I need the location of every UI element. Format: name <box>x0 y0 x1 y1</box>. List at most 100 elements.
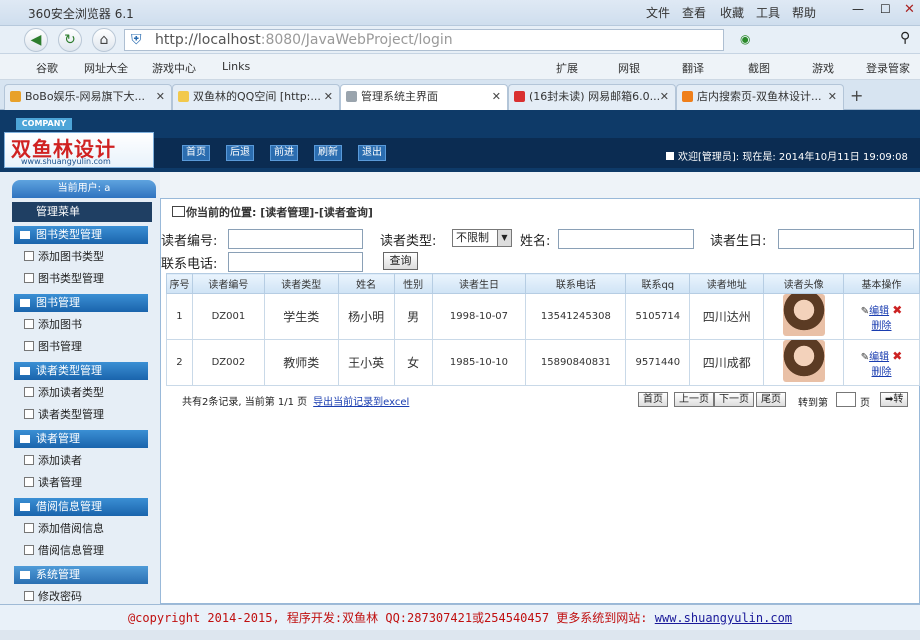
tab-netease-mail[interactable]: (16封未读) 网易邮箱6.0... ✕ <box>508 84 676 110</box>
menu-reader-type-manage[interactable]: 读者类型管理 <box>22 406 104 422</box>
export-excel-link[interactable]: 导出当前记录到excel <box>313 397 409 408</box>
menu-add-book-type[interactable]: 添加图书类型 <box>22 248 104 264</box>
menu-change-password[interactable]: 修改密码 <box>22 588 82 604</box>
col-reader-no: 读者编号 <box>191 273 265 294</box>
next-page-button[interactable]: 下一页 <box>714 392 754 407</box>
back-arrow-icon[interactable]: ◀ <box>24 28 48 52</box>
menu-book-manage[interactable]: 图书管理 <box>22 338 82 354</box>
games-button[interactable]: 游戏 <box>812 60 834 76</box>
back-button[interactable]: 后退 <box>226 145 254 161</box>
menu-help[interactable]: 帮助 <box>792 4 816 21</box>
breadcrumb: 你当前的位置: [读者管理]-[读者查询] <box>170 204 373 220</box>
delete-icon[interactable]: ✖ <box>892 349 902 363</box>
go-button[interactable]: ➡转 <box>880 392 909 407</box>
query-button[interactable]: 查询 <box>383 252 418 270</box>
tab-close-icon[interactable]: ✕ <box>492 85 501 109</box>
tab-shop-search[interactable]: 店内搜索页-双鱼林设计... ✕ <box>676 84 844 110</box>
menu-tools[interactable]: 工具 <box>756 4 780 21</box>
square-icon <box>666 152 674 160</box>
edit-link[interactable]: 编辑 <box>869 352 889 363</box>
edit-link[interactable]: 编辑 <box>869 306 889 317</box>
group-system[interactable]: 系统管理 <box>14 566 148 584</box>
reader-table: 序号 读者编号 读者类型 姓名 性别 读者生日 联系电话 联系qq 读者地址 读… <box>166 273 920 386</box>
bookmark-hao[interactable]: 网址大全 <box>84 60 128 76</box>
forward-button[interactable]: 前进 <box>270 145 298 161</box>
menu-favorites[interactable]: 收藏 <box>720 4 744 21</box>
tab-label: BoBo娱乐-网易旗下大... <box>25 90 146 103</box>
menu-file[interactable]: 文件 <box>646 4 670 21</box>
refresh-button[interactable]: 刷新 <box>314 145 342 161</box>
delete-icon[interactable]: ✖ <box>892 303 902 317</box>
menu-reader-manage[interactable]: 读者管理 <box>22 474 82 490</box>
tab-bobo[interactable]: BoBo娱乐-网易旗下大... ✕ <box>4 84 172 110</box>
menu-view[interactable]: 查看 <box>682 4 706 21</box>
bank-button[interactable]: 网银 <box>618 60 640 76</box>
footer: @copyright 2014-2015, 程序开发:双鱼林 QQ:287307… <box>0 604 920 630</box>
tab-close-icon[interactable]: ✕ <box>156 85 165 109</box>
tab-close-icon[interactable]: ✕ <box>828 85 837 109</box>
translate-button[interactable]: 翻译 <box>682 60 704 76</box>
page-number-input[interactable] <box>836 392 856 407</box>
cell-type: 学生类 <box>263 293 339 340</box>
group-borrow[interactable]: 借阅信息管理 <box>14 498 148 516</box>
screenshot-button[interactable]: 截图 <box>748 60 770 76</box>
col-no: 序号 <box>166 273 193 294</box>
logo: 双鱼林设计 www.shuangyulin.com <box>4 132 154 168</box>
refresh-icon[interactable]: ↻ <box>58 28 82 52</box>
bookmark-google[interactable]: 谷歌 <box>36 60 58 76</box>
new-tab-icon[interactable]: + <box>850 86 863 105</box>
phone-input[interactable] <box>228 252 363 272</box>
tab-qq-space[interactable]: 双鱼林的QQ空间 [http:... ✕ <box>172 84 340 110</box>
cell-actions: ✎编辑 ✖ 删除 <box>843 339 920 386</box>
search-engine-icon[interactable]: ◉ <box>740 32 750 46</box>
tab-close-icon[interactable]: ✕ <box>324 85 333 109</box>
cell-name: 杨小明 <box>337 293 395 340</box>
tab-main-interface[interactable]: 管理系统主界面 ✕ <box>340 84 508 110</box>
search-icon[interactable]: ⚲ <box>900 30 910 46</box>
tab-close-icon[interactable]: ✕ <box>660 85 669 109</box>
cell-no: 1 <box>166 293 193 340</box>
bookmark-links[interactable]: Links <box>222 60 250 73</box>
menu-book-type-manage[interactable]: 图书类型管理 <box>22 270 104 286</box>
first-page-button[interactable]: 首页 <box>638 392 668 407</box>
menu-add-reader[interactable]: 添加读者 <box>22 452 82 468</box>
logout-button[interactable]: 退出 <box>358 145 386 161</box>
address-bar[interactable]: ⛨ http://localhost:8080/JavaWebProject/l… <box>124 29 724 51</box>
home-icon[interactable]: ⌂ <box>92 28 116 52</box>
group-book[interactable]: 图书管理 <box>14 294 148 312</box>
group-reader[interactable]: 读者管理 <box>14 430 148 448</box>
menu-add-reader-type[interactable]: 添加读者类型 <box>22 384 104 400</box>
maximize-icon[interactable]: ☐ <box>880 2 891 16</box>
record-summary: 共有2条记录, 当前第 1/1 页 <box>182 397 308 408</box>
reader-no-label: 读者编号: <box>161 234 218 249</box>
table-header-row: 序号 读者编号 读者类型 姓名 性别 读者生日 联系电话 联系qq 读者地址 读… <box>166 273 920 294</box>
cell-actions: ✎编辑 ✖ 删除 <box>843 293 920 340</box>
group-reader-type[interactable]: 读者类型管理 <box>14 362 148 380</box>
site-link[interactable]: www.shuangyulin.com <box>655 611 792 625</box>
home-button[interactable]: 首页 <box>182 145 210 161</box>
menu-add-borrow[interactable]: 添加借阅信息 <box>22 520 104 536</box>
minimize-icon[interactable]: — <box>852 2 864 16</box>
menu-add-book[interactable]: 添加图书 <box>22 316 82 332</box>
url-host: http://localhost <box>155 32 261 48</box>
birthday-input[interactable] <box>778 229 914 249</box>
menu-borrow-manage[interactable]: 借阅信息管理 <box>22 542 104 558</box>
bookmarks-bar: 谷歌 网址大全 游戏中心 Links 扩展 网银 翻译 截图 游戏 登录管家 <box>0 54 920 80</box>
close-icon[interactable]: ✕ <box>904 2 915 17</box>
last-page-button[interactable]: 尾页 <box>756 392 786 407</box>
prev-page-button[interactable]: 上一页 <box>674 392 714 407</box>
group-book-type[interactable]: 图书类型管理 <box>14 226 148 244</box>
extension-button[interactable]: 扩展 <box>556 60 578 76</box>
delete-link[interactable]: 删除 <box>872 367 892 378</box>
logo-url: www.shuangyulin.com <box>21 157 111 166</box>
chevron-down-icon: ▼ <box>497 230 511 246</box>
delete-link[interactable]: 删除 <box>872 321 892 332</box>
name-input[interactable] <box>558 229 694 249</box>
login-manager-button[interactable]: 登录管家 <box>866 60 910 76</box>
table-row: 1 DZ001 学生类 杨小明 男 1998-10-07 13541245308… <box>166 293 920 340</box>
avatar <box>782 340 825 382</box>
bookmark-games[interactable]: 游戏中心 <box>152 60 196 76</box>
cell-reader-no: DZ002 <box>191 339 265 386</box>
reader-no-input[interactable] <box>228 229 363 249</box>
reader-type-select[interactable]: 不限制 ▼ <box>452 229 512 247</box>
